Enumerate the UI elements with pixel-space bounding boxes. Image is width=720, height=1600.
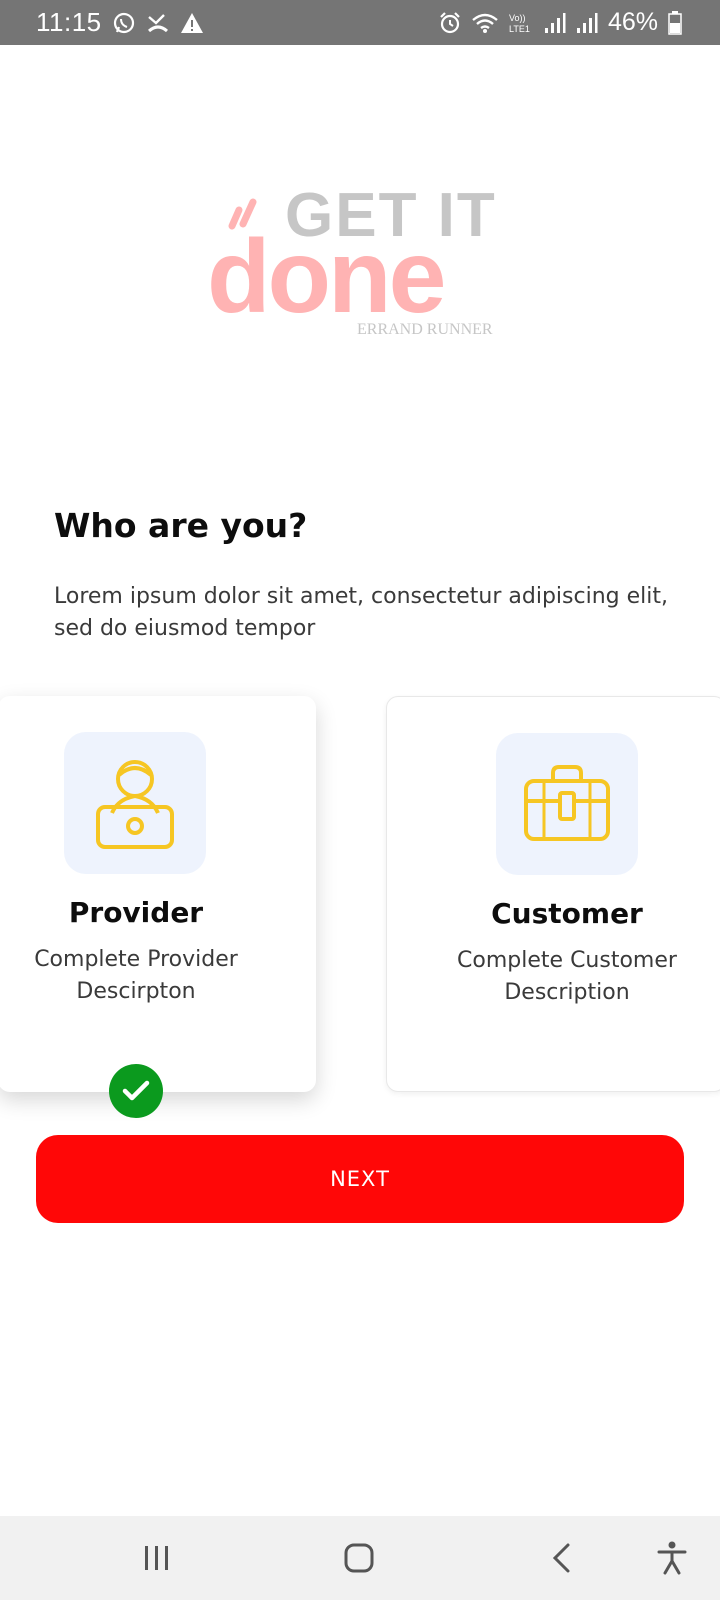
battery-icon	[668, 10, 682, 35]
provider-icon-box	[64, 732, 206, 874]
missed-call-icon	[146, 11, 170, 35]
status-time: 11:15	[36, 7, 102, 37]
provider-desc-line1: Complete Provider	[34, 947, 238, 972]
next-button[interactable]: NEXT	[36, 1135, 684, 1223]
signal-icon	[576, 12, 598, 34]
back-icon[interactable]	[542, 1538, 582, 1578]
accessibility-icon[interactable]	[652, 1538, 692, 1578]
logo-tagline: ERRAND RUNNER	[357, 321, 493, 338]
battery-percent: 46%	[607, 8, 658, 36]
selected-check-icon	[109, 1064, 163, 1118]
whatsapp-icon	[112, 11, 136, 35]
customer-desc-line1: Complete Customer	[457, 948, 677, 973]
person-laptop-icon	[96, 760, 174, 849]
home-icon[interactable]	[339, 1538, 379, 1578]
app-logo: GET IT done ERRAND RUNNER	[205, 180, 515, 350]
provider-title: Provider	[68, 896, 204, 929]
signal-icon	[544, 12, 566, 34]
logo-line2: done	[207, 219, 444, 335]
svg-text:LTE1: LTE1	[509, 24, 530, 34]
page-subtitle: Lorem ipsum dolor sit amet, consectetur …	[54, 584, 668, 641]
volte-icon: Vo)) LTE1	[508, 12, 534, 34]
alarm-icon	[438, 11, 462, 35]
role-card-customer[interactable]: Customer Complete Customer Description	[386, 696, 720, 1092]
wifi-icon	[472, 12, 498, 34]
provider-description: Complete Provider Descirpton	[0, 944, 274, 1008]
customer-title: Customer	[491, 897, 643, 930]
customer-icon-box	[496, 733, 638, 875]
page-title: Who are you?	[54, 506, 308, 545]
navigation-bar	[0, 1516, 720, 1600]
customer-description: Complete Customer Description	[387, 945, 720, 1009]
warning-icon	[180, 12, 204, 34]
svg-text:Vo)): Vo))	[509, 13, 526, 23]
status-left: 11:15	[36, 7, 204, 38]
role-card-provider[interactable]: Provider Complete Provider Descirpton	[0, 696, 316, 1092]
briefcase-icon	[524, 765, 610, 841]
status-bar: 11:15 Vo)) LTE1 46%	[0, 0, 720, 45]
provider-desc-line2: Descirpton	[76, 979, 196, 1004]
customer-desc-line2: Description	[504, 980, 630, 1005]
recents-icon[interactable]	[137, 1538, 177, 1578]
status-right: Vo)) LTE1 46%	[438, 8, 682, 37]
